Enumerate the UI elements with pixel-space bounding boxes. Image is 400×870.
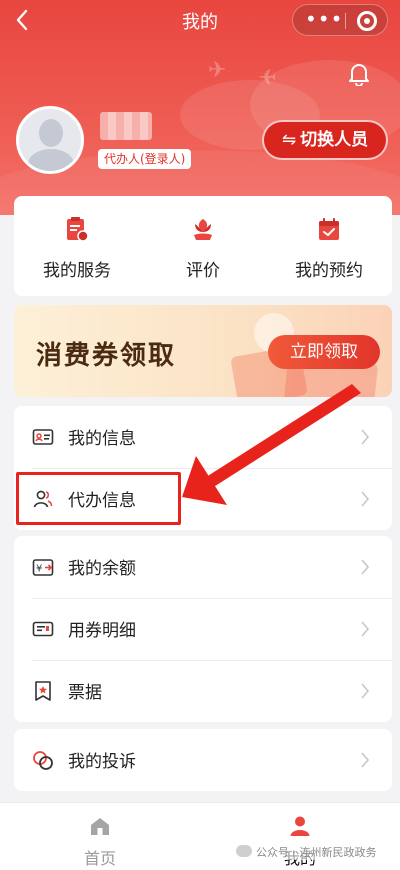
menu-item-receipts[interactable]: 票据	[14, 660, 392, 722]
service-item-my-services[interactable]: 我的服务	[14, 196, 140, 296]
service-label: 我的服务	[43, 261, 111, 281]
chevron-right-icon	[360, 559, 370, 575]
chevron-right-icon	[360, 752, 370, 768]
avatar-body	[28, 149, 74, 171]
claim-now-button[interactable]: 立即领取	[268, 335, 380, 369]
capsule-divider	[345, 13, 346, 29]
service-item-my-appointments[interactable]: 我的预约	[266, 196, 392, 296]
menu-group-complaint: 我的投诉	[14, 729, 392, 791]
service-doc-icon	[65, 216, 89, 242]
menu-item-my-complaints[interactable]: 我的投诉	[14, 729, 392, 791]
close-mini-program-icon[interactable]	[357, 11, 377, 31]
menu-item-label: 我的投诉	[68, 752, 136, 772]
menu-item-label: 我的余额	[68, 559, 136, 579]
watermark-text: 公众号 · 连州新民政政务	[256, 846, 377, 859]
tab-home[interactable]: 首页	[0, 803, 200, 870]
menu-group-finance: ¥ 我的余额 用券明细 票据	[14, 536, 392, 722]
avatar-head	[39, 119, 63, 147]
chevron-right-icon	[360, 683, 370, 699]
coupon-banner[interactable]: 消费券领取 立即领取	[14, 305, 392, 397]
service-label: 评价	[186, 261, 220, 281]
bird-decoration-icon: ✈	[258, 66, 277, 91]
home-icon	[89, 815, 111, 837]
chevron-right-icon	[360, 491, 370, 507]
receipt-icon	[32, 680, 54, 702]
svg-text:¥: ¥	[36, 564, 42, 575]
ticket-icon	[32, 618, 54, 640]
wallet-icon: ¥	[32, 556, 54, 578]
avatar[interactable]	[16, 106, 84, 174]
service-item-rating[interactable]: 评价	[140, 196, 266, 296]
calendar-check-icon	[317, 216, 341, 242]
user-name-blurred	[100, 112, 152, 140]
service-label: 我的预约	[295, 261, 363, 281]
menu-item-label: 我的信息	[68, 429, 136, 449]
switch-person-label: 切换人员	[300, 130, 369, 150]
person-icon	[289, 815, 311, 837]
flower-rating-icon	[191, 216, 215, 242]
menu-item-label: 用券明细	[68, 621, 136, 641]
more-dots-icon[interactable]: •••	[305, 9, 342, 31]
swap-arrows-icon: ⇋	[281, 130, 297, 150]
role-badge: 代办人(登录人)	[98, 149, 192, 169]
menu-item-my-balance[interactable]: ¥ 我的余额	[14, 536, 392, 598]
chevron-right-icon	[360, 429, 370, 445]
id-card-icon	[32, 426, 54, 448]
bell-icon[interactable]	[348, 62, 370, 87]
bird-decoration-icon: ✈	[208, 58, 227, 83]
coupon-title: 消费券领取	[36, 341, 177, 371]
services-card: 我的服务 评价 我的预约	[14, 196, 392, 296]
annotation-highlight-box	[16, 472, 181, 525]
complaint-icon	[32, 749, 54, 771]
tab-home-label: 首页	[83, 849, 116, 868]
menu-item-label: 票据	[68, 683, 102, 703]
wechat-icon	[236, 845, 252, 857]
wechat-watermark: 公众号 · 连州新民政政务	[236, 844, 377, 860]
menu-item-coupon-details[interactable]: 用券明细	[14, 598, 392, 660]
menu-item-my-info[interactable]: 我的信息	[14, 406, 392, 468]
chevron-right-icon	[360, 621, 370, 637]
nav-bar: 我的 •••	[0, 0, 400, 40]
switch-person-button[interactable]: ⇋ 切换人员	[262, 120, 388, 160]
mini-program-capsule: •••	[292, 4, 388, 36]
